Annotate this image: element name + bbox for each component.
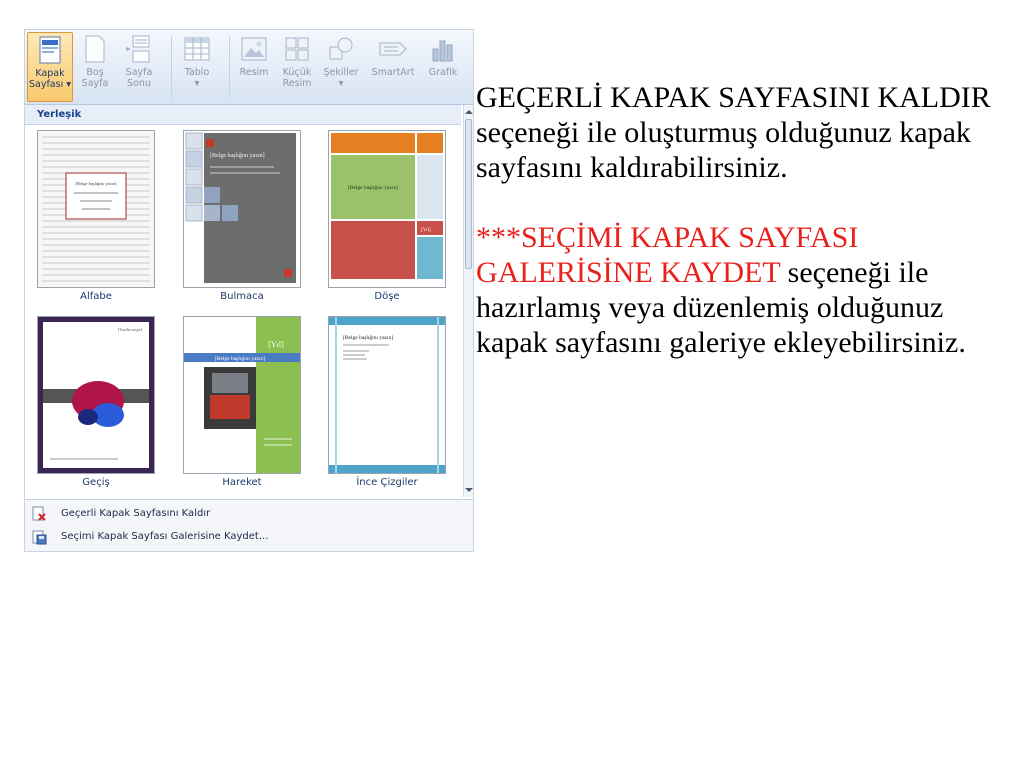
remove-current-cover-page-item[interactable]: Geçerli Kapak Sayfasını Kaldır: [25, 503, 473, 525]
template-gecis[interactable]: [Tarihi seçin]: [37, 316, 155, 474]
template-label: Hareket: [222, 477, 262, 488]
table-icon: [184, 37, 210, 61]
template-hareket[interactable]: [Yıl] [Belge başlığını yazın]: [183, 316, 301, 474]
cover-page-icon: [39, 36, 61, 64]
picture-button[interactable]: Resim: [233, 32, 275, 102]
bulmaca-preview: [Belge başlığını yazın]: [184, 131, 300, 287]
smartart-icon: [379, 42, 407, 56]
page-break-button[interactable]: Sayfa Sonu: [117, 32, 161, 102]
template-dose[interactable]: [Belge başlığını yazın] [Yıl]: [328, 130, 446, 288]
scroll-up-arrow-icon[interactable]: [464, 107, 474, 117]
description-paragraph-remove: GEÇERLİ KAPAK SAYFASINI KALDIR seçeneği …: [476, 80, 996, 185]
template-bulmaca[interactable]: [Belge başlığını yazın]: [183, 130, 301, 288]
scroll-down-arrow-icon[interactable]: [464, 485, 474, 495]
save-to-gallery-label: Seçimi Kapak Sayfası Galerisine Kaydet..…: [61, 531, 269, 542]
gecis-date-placeholder: [Tarihi seçin]: [118, 327, 143, 332]
bulmaca-title-placeholder: [Belge başlığını yazın]: [210, 152, 265, 159]
cover-page-gallery: Yerleşik [Belge başlığını yazın] Alfabe …: [25, 105, 473, 551]
description-paragraph-save: ***SEÇİMİ KAPAK SAYFASI GALERİSİNE KAYDE…: [476, 220, 996, 360]
word-screenshot: Kapak Sayfası ▾ Boş Sayfa Sayfa Sonu Tab…: [24, 29, 474, 552]
gallery-menu: Geçerli Kapak Sayfasını Kaldır Seçimi Ka…: [25, 499, 473, 551]
hareket-preview: [Yıl] [Belge başlığını yazın]: [184, 317, 300, 473]
template-ince-cizgiler[interactable]: [Belge başlığını yazın]: [328, 316, 446, 474]
ribbon-separator: [171, 36, 172, 98]
table-button[interactable]: Tablo ▾: [175, 32, 219, 102]
cover-page-button[interactable]: Kapak Sayfası ▾: [27, 32, 73, 102]
insert-ribbon: Kapak Sayfası ▾ Boş Sayfa Sayfa Sonu Tab…: [25, 30, 473, 105]
clip-art-icon: [285, 37, 309, 61]
remove-option-explanation: seçeneği ile oluşturmuş olduğunuz kapak …: [476, 116, 971, 184]
ince-cizgiler-preview: [Belge başlığını yazın]: [329, 317, 445, 473]
hareket-year-placeholder: [Yıl]: [268, 340, 284, 349]
save-to-gallery-icon: [32, 530, 47, 545]
hareket-title-placeholder: [Belge başlığını yazın]: [215, 355, 265, 362]
picture-icon: [241, 37, 267, 61]
dose-year-placeholder: [Yıl]: [421, 228, 431, 233]
shapes-icon: [329, 37, 353, 60]
smartart-button[interactable]: SmartArt: [365, 32, 421, 102]
gallery-scrollbar[interactable]: [463, 105, 474, 497]
chart-button[interactable]: Grafik: [423, 32, 463, 102]
gecis-preview: [Tarihi seçin]: [38, 317, 154, 473]
alfabe-title-placeholder: [Belge başlığını yazın]: [76, 181, 117, 186]
gallery-section-header: Yerleşik: [25, 105, 461, 125]
clip-art-button[interactable]: Küçük Resim: [277, 32, 317, 102]
template-label: Bulmaca: [220, 291, 264, 302]
ince-cizgiler-title-placeholder: [Belge başlığını yazın]: [343, 334, 393, 341]
bar-chart-icon: [432, 40, 453, 62]
template-label: Geçiş: [82, 477, 110, 488]
alfabe-preview: [Belge başlığını yazın]: [38, 131, 154, 287]
blank-page-button[interactable]: Boş Sayfa: [75, 32, 115, 102]
template-alfabe[interactable]: [Belge başlığını yazın]: [37, 130, 155, 288]
template-label: Döşe: [374, 291, 400, 302]
page-break-icon: [126, 35, 150, 63]
shapes-button[interactable]: Şekiller ▾: [319, 32, 363, 102]
remove-cover-page-label: Geçerli Kapak Sayfasını Kaldır: [61, 508, 211, 519]
ribbon-separator: [229, 36, 230, 98]
template-label: Alfabe: [80, 291, 112, 302]
blank-page-icon: [85, 35, 105, 63]
dose-preview: [Belge başlığını yazın] [Yıl]: [329, 131, 445, 287]
description-text: GEÇERLİ KAPAK SAYFASINI KALDIR seçeneği …: [476, 80, 996, 360]
remove-cover-page-icon: [32, 506, 46, 521]
scroll-thumb[interactable]: [465, 119, 472, 269]
remove-option-name: GEÇERLİ KAPAK SAYFASINI KALDIR: [476, 81, 991, 114]
template-label: İnce Çizgiler: [356, 477, 418, 488]
save-selection-to-gallery-item[interactable]: Seçimi Kapak Sayfası Galerisine Kaydet..…: [25, 526, 473, 548]
dose-title-placeholder: [Belge başlığını yazın]: [348, 184, 398, 191]
